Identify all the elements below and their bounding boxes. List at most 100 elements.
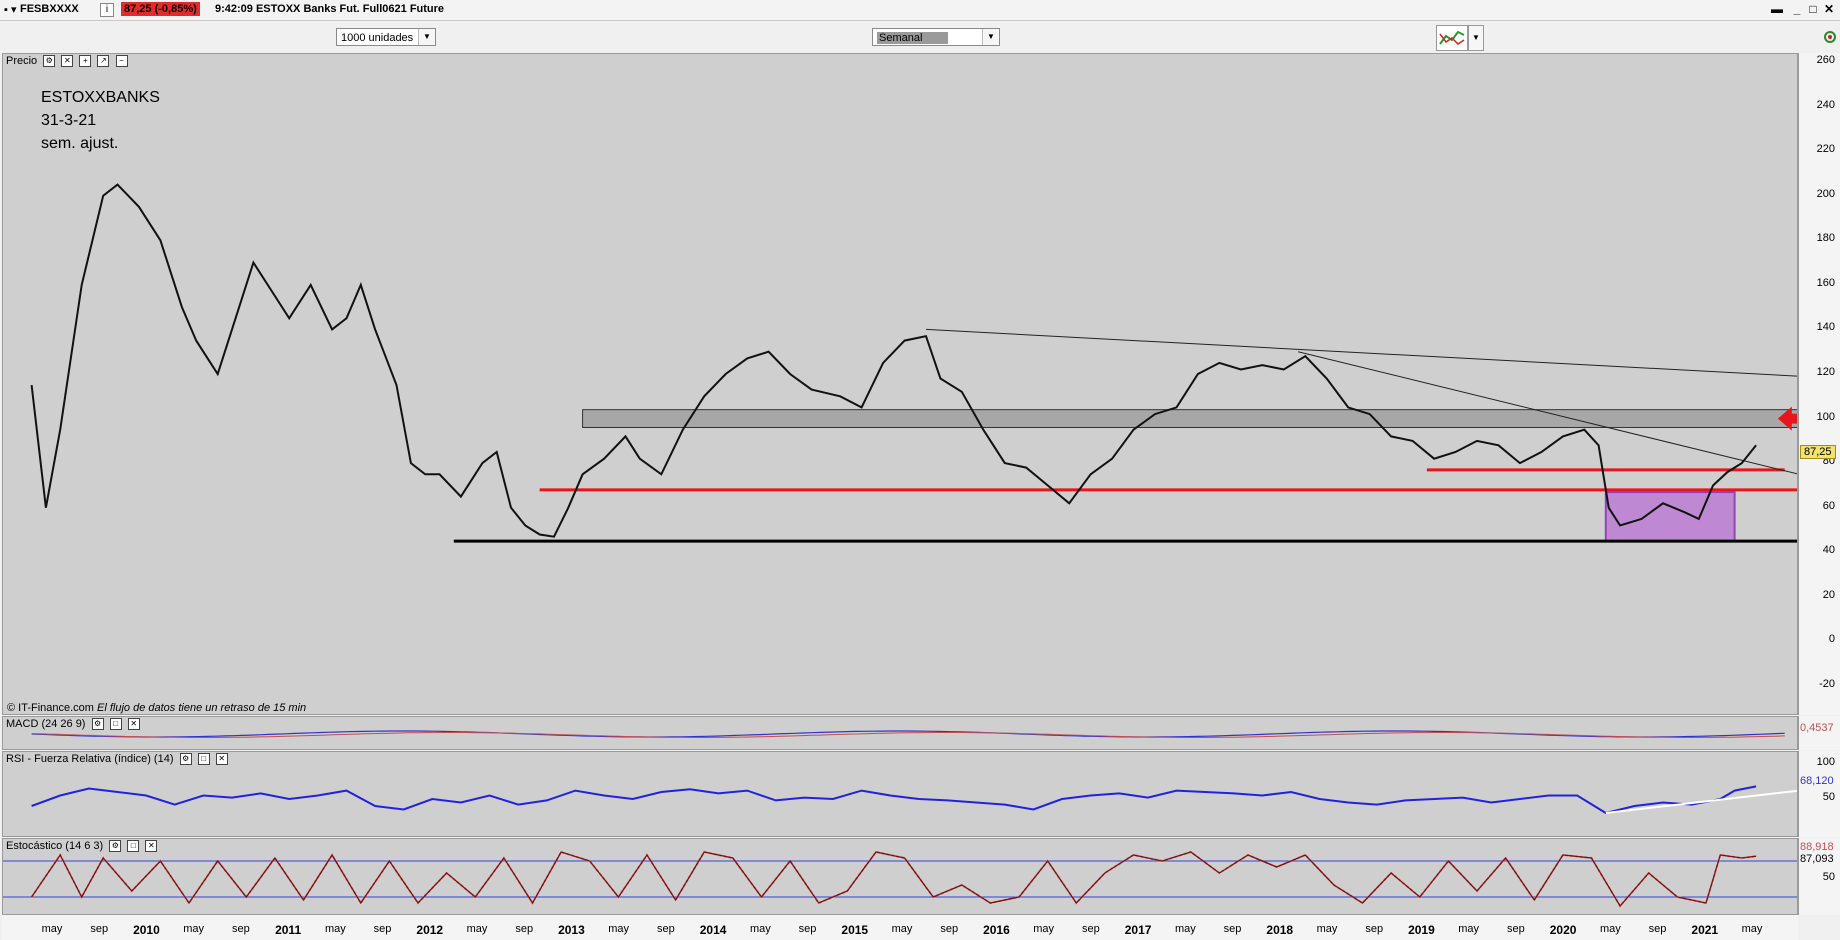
x-axis-year-label: 2014 bbox=[699, 923, 727, 937]
stoch-chart[interactable] bbox=[3, 839, 1798, 915]
chart-type-icon bbox=[1439, 30, 1465, 45]
x-axis-month-label: may bbox=[1741, 923, 1763, 935]
wrench-icon[interactable]: ⚙ bbox=[91, 718, 104, 731]
rsi-chart[interactable] bbox=[3, 752, 1798, 837]
units-select[interactable]: 1000 unidades ▼ bbox=[336, 28, 436, 46]
macd-panel-header: MACD (24 26 9) ⚙ □ ✕ bbox=[6, 718, 140, 731]
chevron-down-icon[interactable]: ▼ bbox=[982, 29, 999, 45]
units-select-value: 1000 unidades bbox=[341, 32, 414, 44]
x-axis-year-label: 2012 bbox=[416, 923, 444, 937]
x-axis-month-label: sep bbox=[515, 923, 534, 935]
x-axis-month-label: may bbox=[1174, 923, 1196, 935]
x-axis-year-label: 2013 bbox=[558, 923, 585, 937]
wrench-icon[interactable]: ⚙ bbox=[109, 840, 122, 853]
resistance-zone bbox=[582, 409, 1797, 428]
x-axis-month-label: may bbox=[324, 923, 346, 935]
x-axis-year-label: 2016 bbox=[983, 923, 1010, 937]
close-panel-icon[interactable]: ✕ bbox=[61, 55, 74, 68]
price-axis-tick: 180 bbox=[1816, 232, 1835, 245]
x-axis-month-label: may bbox=[1599, 923, 1621, 935]
chart-type-dropdown[interactable]: ▼ bbox=[1468, 25, 1484, 51]
x-axis-year-label: 2020 bbox=[1549, 923, 1577, 937]
price-axis-tick: 240 bbox=[1816, 98, 1835, 111]
macd-value: 0,4537 bbox=[1800, 722, 1834, 734]
symbol-label[interactable]: FESBXXXX bbox=[20, 3, 79, 15]
credit-source: © IT-Finance.com bbox=[7, 702, 94, 714]
price-axis-tick: 120 bbox=[1816, 366, 1835, 378]
x-axis-year-label: 2017 bbox=[1124, 923, 1152, 937]
close-panel-icon[interactable]: ✕ bbox=[127, 718, 140, 731]
annotation-adjust: sem. ajust. bbox=[41, 135, 119, 152]
x-axis-month-label: may bbox=[1316, 923, 1338, 935]
price-panel-header: Precio ⚙ ✕ + ↗ − bbox=[6, 55, 128, 68]
price-axis: 260 240 220 200 180 160 140 120 100 80 60 40 20 0 -20 bbox=[1798, 53, 1840, 715]
maximize-icon[interactable]: □ bbox=[1806, 2, 1820, 16]
rsi-trendline bbox=[1605, 789, 1797, 814]
chart-type-button[interactable] bbox=[1436, 25, 1468, 51]
price-axis-tick: 220 bbox=[1816, 143, 1835, 156]
credit-text: © IT-Finance.com El flujo de datos tiene… bbox=[7, 702, 306, 714]
price-axis-tick: 200 bbox=[1816, 187, 1835, 200]
x-axis-month-label: may bbox=[891, 923, 913, 935]
price-change-badge: 87,25 (-0,85%) bbox=[121, 2, 200, 16]
price-axis-tick: 0 bbox=[1828, 633, 1835, 646]
rsi-label: RSI - Fuerza Relativa (índice) (14) bbox=[6, 753, 174, 765]
x-axis-month-label: sep bbox=[1365, 923, 1384, 935]
restore-icon[interactable]: ▬ bbox=[1770, 2, 1784, 16]
macd-chart[interactable] bbox=[3, 717, 1798, 750]
remove-icon[interactable]: − bbox=[115, 55, 128, 68]
add-indicator-icon[interactable]: + bbox=[79, 55, 92, 68]
config-icon[interactable] bbox=[1822, 26, 1838, 48]
x-axis-month-label: sep bbox=[1082, 923, 1100, 935]
x-axis-month-label: sep bbox=[798, 923, 817, 935]
close-icon[interactable]: ✕ bbox=[1822, 2, 1836, 16]
wrench-icon[interactable]: ⚙ bbox=[43, 55, 56, 68]
x-axis-month-label: sep bbox=[232, 923, 250, 935]
price-axis-tick: 100 bbox=[1816, 410, 1835, 423]
info-icon[interactable]: i bbox=[100, 3, 114, 17]
price-axis-tick: 260 bbox=[1816, 54, 1835, 66]
close-panel-icon[interactable]: ✕ bbox=[145, 840, 158, 853]
x-axis-month-label: may bbox=[41, 923, 63, 935]
window-menu-icon[interactable]: ▪ ▾ bbox=[4, 3, 16, 16]
x-axis-month-label: may bbox=[466, 923, 488, 935]
x-axis-month-label: may bbox=[608, 923, 630, 935]
rsi-axis-tick: 100 bbox=[1816, 756, 1835, 768]
price-axis-tick: 60 bbox=[1822, 499, 1835, 512]
annotation-date: 31-3-21 bbox=[41, 112, 97, 129]
stoch-label: Estocástico (14 6 3) bbox=[6, 840, 104, 852]
rsi-panel-header: RSI - Fuerza Relativa (índice) (14) ⚙ □ … bbox=[6, 753, 228, 766]
price-axis-tick: -20 bbox=[1819, 678, 1835, 690]
price-chart[interactable] bbox=[3, 54, 1798, 715]
wrench-icon[interactable]: ⚙ bbox=[179, 753, 192, 766]
maximize-panel-icon[interactable]: □ bbox=[127, 840, 140, 853]
period-select[interactable]: Semanal ▼ bbox=[872, 28, 1000, 46]
rsi-panel: RSI - Fuerza Relativa (índice) (14) ⚙ □ … bbox=[2, 751, 1798, 837]
annotation-title: ESTOXXBANKS bbox=[41, 89, 160, 106]
rsi-axis-tick: 50 bbox=[1822, 791, 1835, 803]
maximize-panel-icon[interactable]: □ bbox=[197, 753, 210, 766]
x-axis-month-label: sep bbox=[1223, 923, 1242, 935]
price-axis-tick: 140 bbox=[1816, 321, 1835, 334]
macd-panel: MACD (24 26 9) ⚙ □ ✕ bbox=[2, 716, 1798, 750]
x-axis-month-label: may bbox=[1033, 923, 1055, 935]
price-line bbox=[30, 183, 1757, 538]
last-price-tag: 87,25 bbox=[1800, 445, 1836, 459]
macd-label: MACD (24 26 9) bbox=[6, 718, 86, 730]
x-axis-year-label: 2018 bbox=[1266, 923, 1294, 937]
price-axis-tick: 20 bbox=[1822, 588, 1835, 601]
credit-delay-note: El flujo de datos tiene un retraso de 15… bbox=[97, 702, 307, 714]
maximize-panel-icon[interactable]: □ bbox=[109, 718, 122, 731]
minimize-icon[interactable]: _ bbox=[1790, 2, 1804, 16]
rsi-value: 68,120 bbox=[1800, 775, 1834, 787]
close-panel-icon[interactable]: ✕ bbox=[215, 753, 228, 766]
export-icon[interactable]: ↗ bbox=[97, 55, 110, 68]
stoch-line bbox=[31, 851, 1757, 908]
chevron-down-icon[interactable]: ▼ bbox=[418, 29, 435, 45]
stoch-panel: Estocástico (14 6 3) ⚙ □ ✕ bbox=[2, 838, 1798, 915]
instrument-description: 9:42:09 ESTOXX Banks Fut. Full0621 Futur… bbox=[215, 3, 445, 15]
rsi-axis: 100 50 bbox=[1798, 751, 1840, 837]
title-bar: ▪ ▾ FESBXXXX i 87,25 (-0,85%) 9:42:09 ES… bbox=[0, 0, 1840, 21]
period-select-value: Semanal bbox=[877, 32, 949, 44]
price-panel: Precio ⚙ ✕ + ↗ − ESTOXXBANKS 31-3-21 sem… bbox=[2, 53, 1798, 715]
